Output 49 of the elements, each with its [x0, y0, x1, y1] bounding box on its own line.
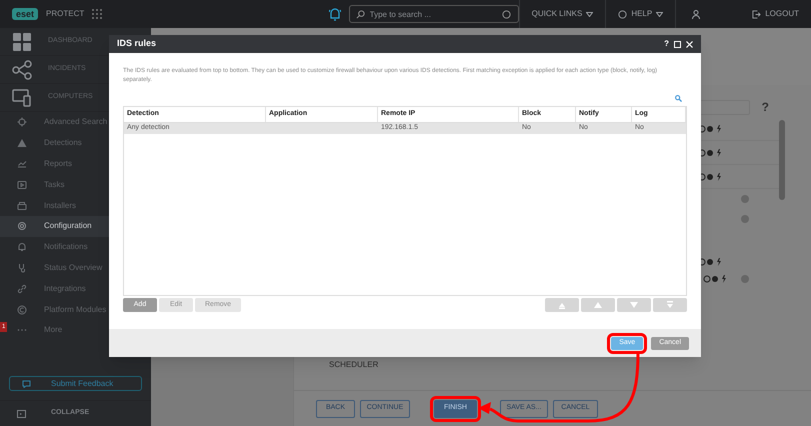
move-bottom-icon: [666, 301, 674, 309]
sidebar-item[interactable]: Tasks: [0, 174, 151, 196]
caret-icon: [656, 12, 664, 16]
caret-icon: [586, 12, 594, 16]
search-icon: [356, 10, 365, 19]
bell-icon[interactable]: [328, 7, 341, 21]
app-grid-icon[interactable]: [92, 9, 102, 19]
status-icons: [703, 274, 729, 282]
move-top-icon: [558, 301, 566, 309]
chat-icon: [22, 380, 31, 388]
stethoscope-icon: [17, 262, 27, 273]
product-name: PROTECT: [46, 8, 84, 20]
search-icon[interactable]: [675, 95, 682, 102]
help-icon[interactable]: ?: [664, 38, 669, 50]
sidebar-item[interactable]: Status Overview: [0, 258, 151, 278]
logout-icon: [752, 10, 762, 18]
circle-c-icon: [17, 304, 27, 315]
chart-icon: [17, 158, 27, 169]
warning-icon: [17, 138, 27, 148]
move-down-icon: [630, 302, 638, 308]
search-field[interactable]: Type to search ...: [348, 5, 519, 23]
grid-icon: [12, 32, 32, 52]
sidebar-item[interactable]: Installers: [0, 195, 151, 216]
monitor-icon: [12, 88, 32, 108]
bell-icon: [17, 242, 27, 252]
user-icon: [692, 10, 700, 18]
crosshair-icon: [17, 117, 27, 128]
logout-button[interactable]: LOGOUT: [740, 0, 811, 28]
task-icon: [17, 180, 27, 190]
maximize-icon[interactable]: [674, 40, 681, 48]
settings-icon: [17, 221, 27, 232]
move-up-icon: [594, 302, 602, 308]
status-icons: [698, 258, 724, 266]
sidebar-item[interactable]: Integrations: [0, 278, 151, 300]
logo: eset: [12, 8, 38, 20]
sidebar-item[interactable]: Notifications: [0, 236, 151, 258]
help-icon[interactable]: ?: [762, 98, 769, 116]
status-icons: [698, 148, 724, 156]
sidebar-item[interactable]: Detections: [0, 132, 151, 154]
nodes-icon: [12, 60, 32, 80]
sidebar-item[interactable]: Reports: [0, 154, 151, 174]
status-icons: [698, 172, 724, 180]
submit-feedback-button[interactable]: Submit Feedback: [9, 376, 142, 391]
status-icons: [698, 124, 724, 132]
collapse-icon: [17, 410, 26, 418]
section-title: SCHEDULER: [329, 359, 378, 371]
link-icon: [17, 284, 27, 294]
close-icon[interactable]: [686, 40, 693, 48]
box-icon: [17, 200, 27, 211]
